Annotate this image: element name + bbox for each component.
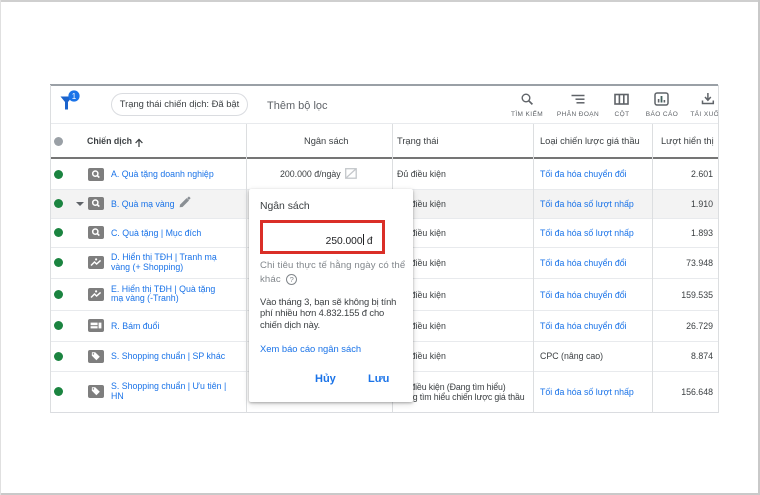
svg-text:1: 1 [72, 92, 77, 101]
